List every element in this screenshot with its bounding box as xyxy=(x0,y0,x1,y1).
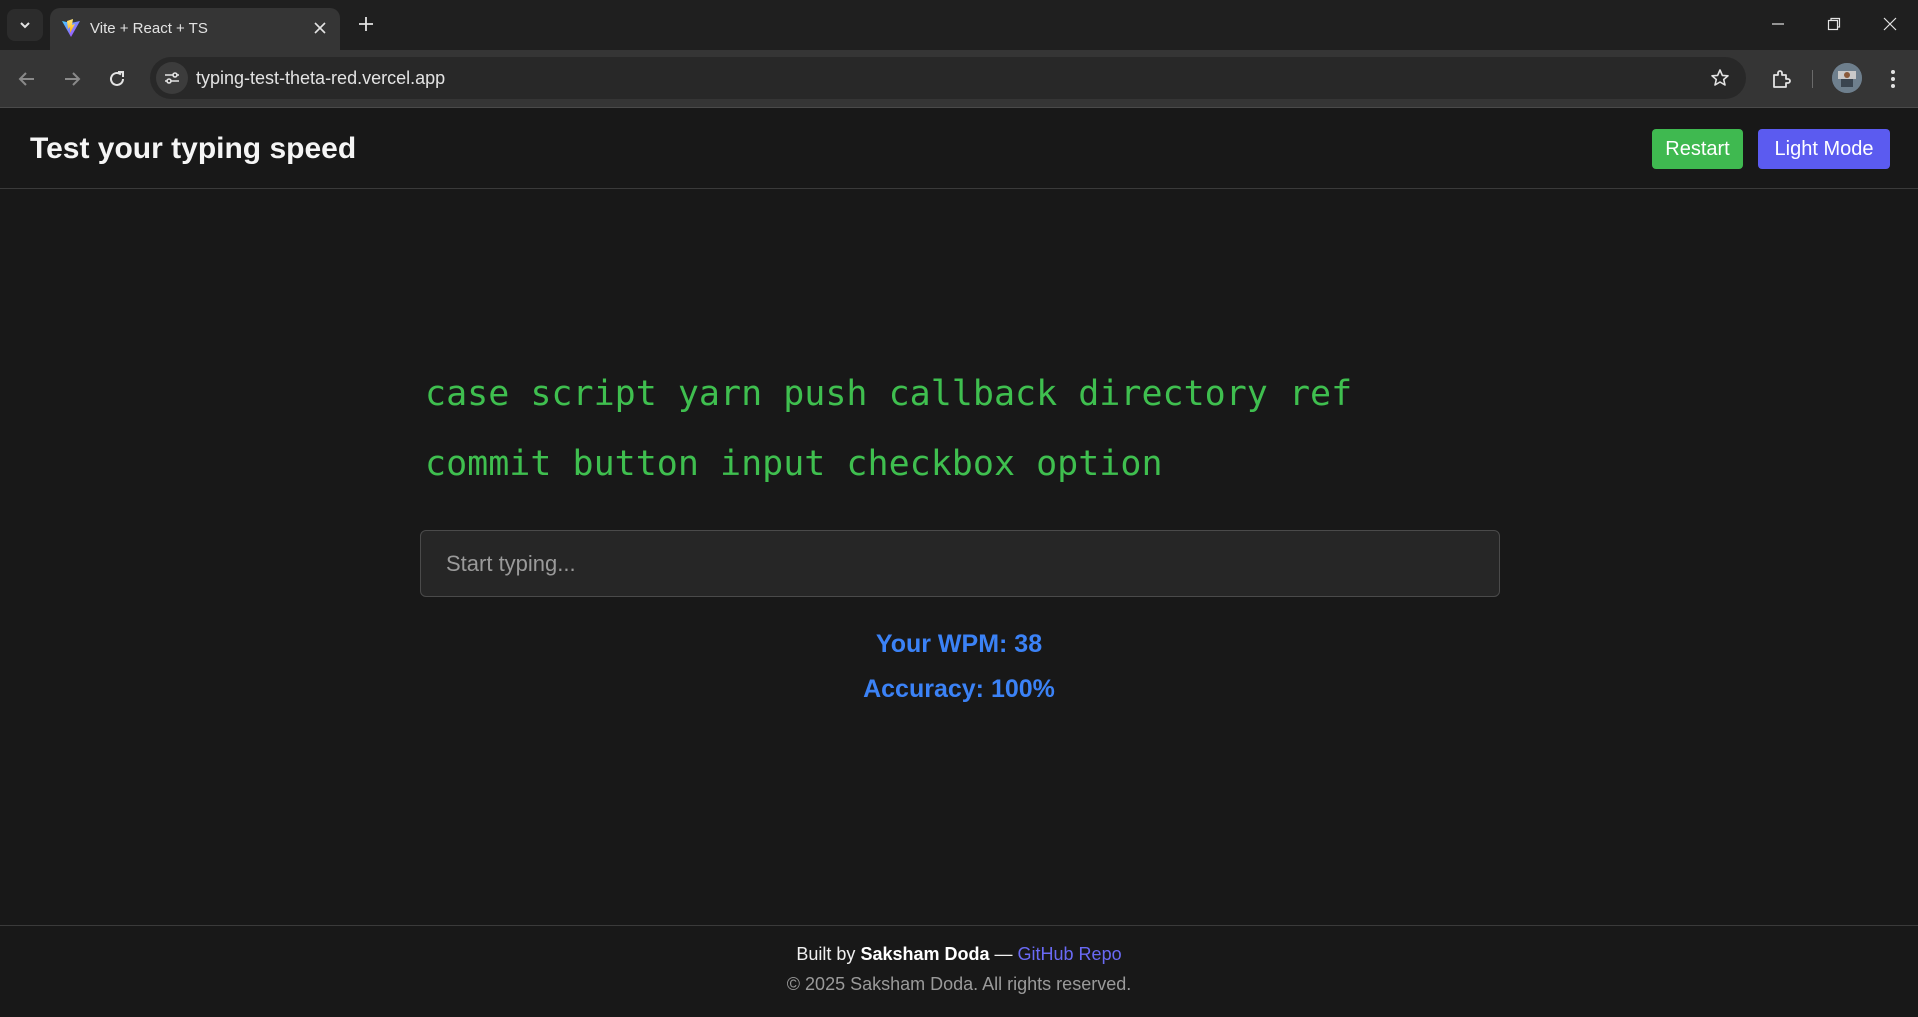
profile-avatar[interactable] xyxy=(1832,63,1862,93)
app-header: Test your typing speed Restart Light Mod… xyxy=(0,109,1918,189)
page-footer: Built by Saksham Doda — GitHub Repo © 20… xyxy=(0,925,1918,1017)
reload-icon[interactable] xyxy=(102,64,132,94)
accuracy-stat: Accuracy: 100% xyxy=(863,675,1055,703)
restart-button[interactable]: Restart xyxy=(1652,129,1743,169)
tab-title: Vite + React + TS xyxy=(90,20,208,37)
author-name: Saksham Doda xyxy=(860,944,990,964)
window-close-icon[interactable] xyxy=(1870,8,1910,40)
restore-icon[interactable] xyxy=(1814,8,1854,40)
vite-favicon-icon xyxy=(61,18,81,38)
tab-search-icon[interactable] xyxy=(7,9,43,41)
url-text: typing-test-theta-red.vercel.app xyxy=(196,68,446,88)
star-icon[interactable] xyxy=(1708,66,1732,90)
footer-dash: — xyxy=(994,944,1013,964)
back-icon[interactable] xyxy=(12,64,42,94)
address-bar[interactable]: typing-test-theta-red.vercel.app xyxy=(150,57,1746,99)
light-mode-button[interactable]: Light Mode xyxy=(1758,129,1890,169)
minimize-icon[interactable] xyxy=(1758,8,1798,40)
browser-toolbar: typing-test-theta-red.vercel.app xyxy=(0,50,1918,108)
page-title: Test your typing speed xyxy=(30,132,357,165)
close-icon[interactable] xyxy=(310,18,330,38)
words-line-2: commit button input checkbox option xyxy=(425,444,1163,484)
footer-credit: Built by Saksham Doda — GitHub Repo xyxy=(0,942,1918,966)
extensions-icon[interactable] xyxy=(1766,64,1796,94)
site-info-icon[interactable] xyxy=(156,62,188,94)
words-line-1: case script yarn push callback directory… xyxy=(425,374,1353,414)
plus-icon[interactable] xyxy=(352,10,380,38)
browser-tab[interactable]: Vite + React + TS xyxy=(50,8,340,50)
built-by-label: Built by xyxy=(796,944,856,964)
word-list: case script yarn push callback directory… xyxy=(425,359,1505,499)
typing-input[interactable] xyxy=(420,530,1500,597)
github-repo-link[interactable]: GitHub Repo xyxy=(1018,944,1122,964)
browser-tabstrip: Vite + React + TS xyxy=(0,0,1918,50)
forward-icon[interactable] xyxy=(57,64,87,94)
page: Test your typing speed Restart Light Mod… xyxy=(0,109,1918,1017)
wpm-stat: Your WPM: 38 xyxy=(875,630,1043,658)
toolbar-divider xyxy=(1812,70,1813,88)
menu-icon[interactable] xyxy=(1878,64,1908,94)
copyright-text: © 2025 Saksham Doda. All rights reserved… xyxy=(786,974,1132,994)
